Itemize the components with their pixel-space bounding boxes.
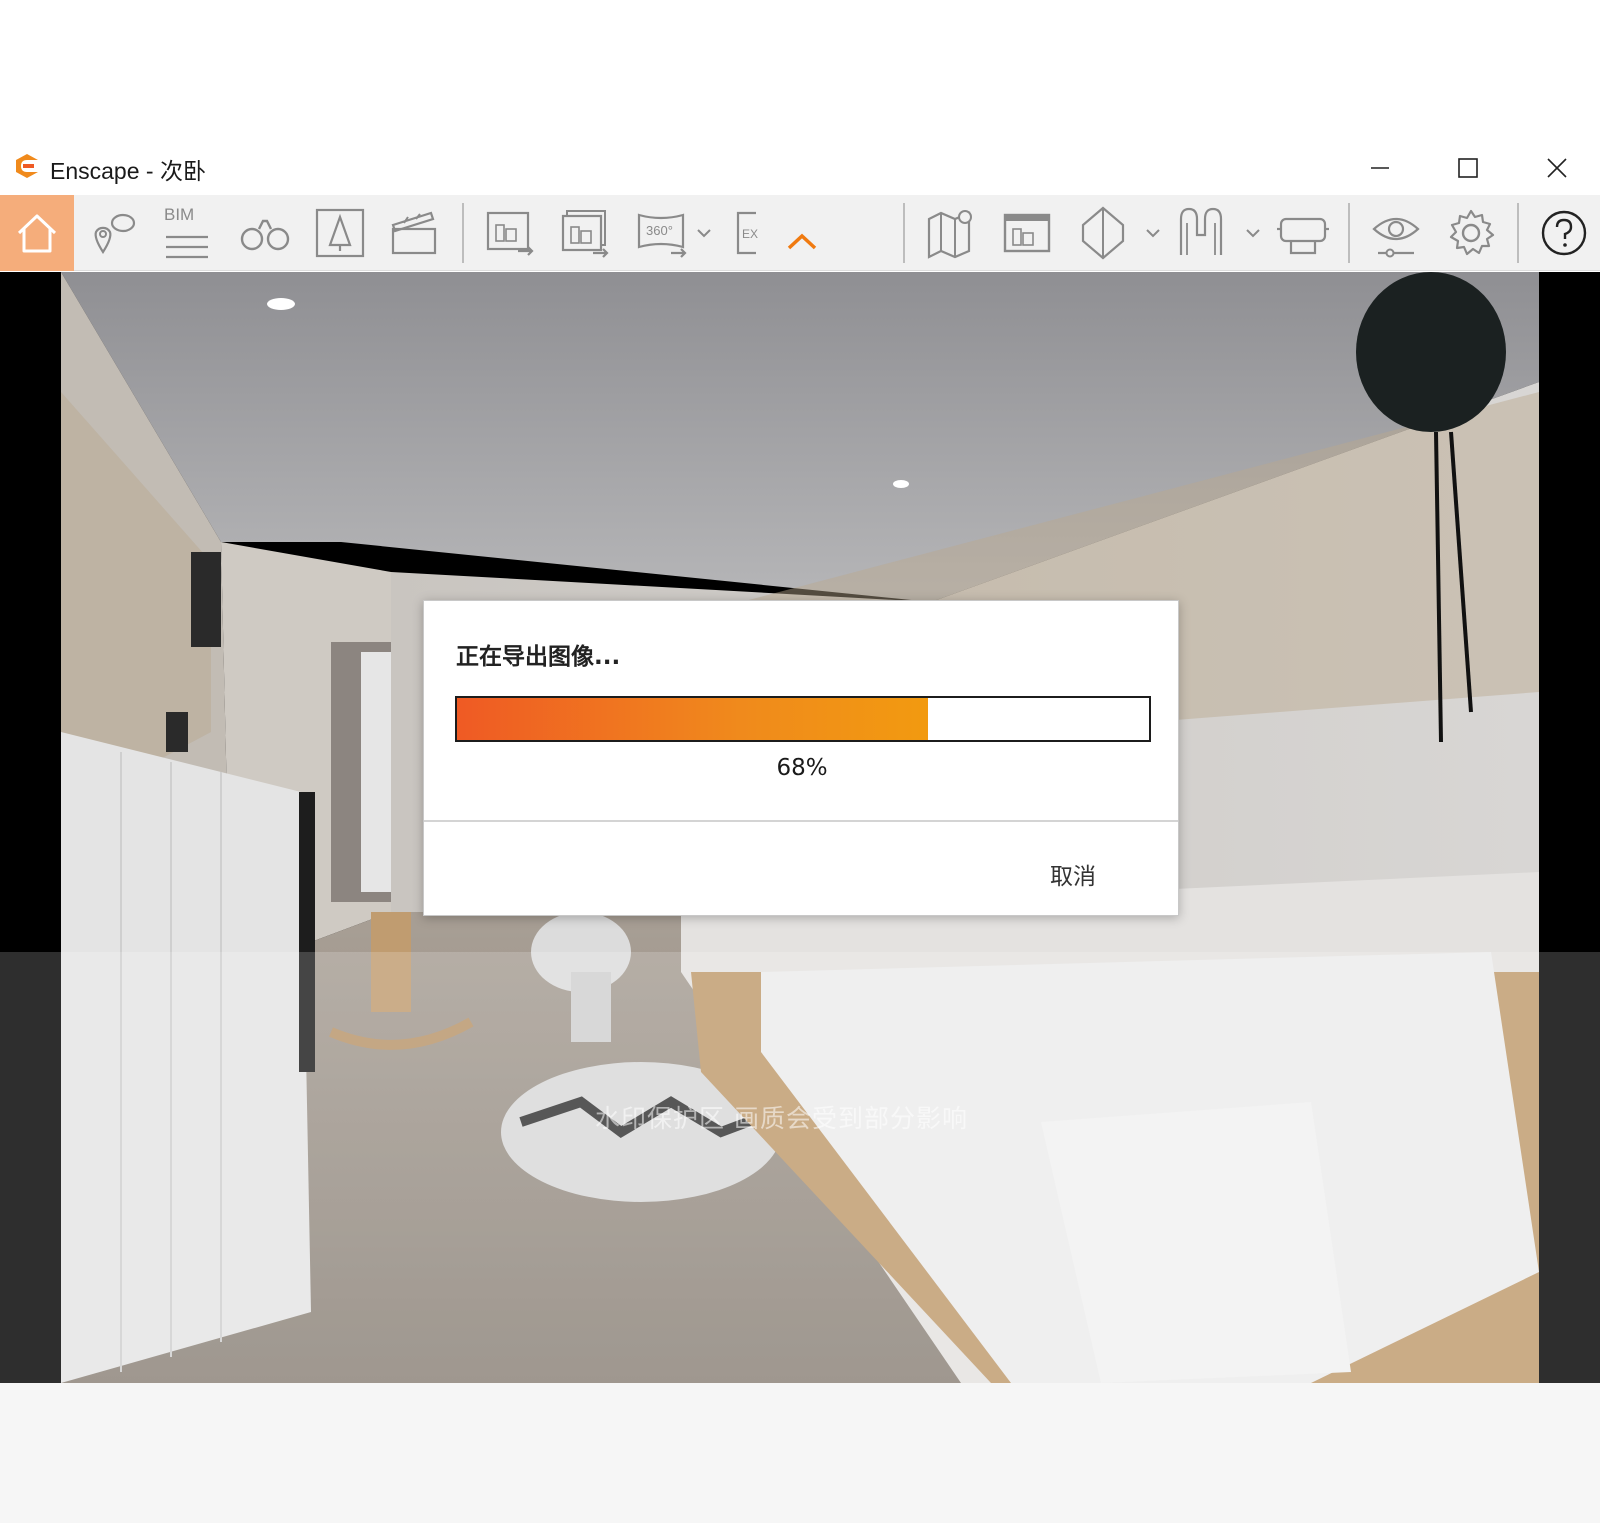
cube-view-dropdown[interactable] (1143, 195, 1163, 271)
help-button[interactable] (1534, 195, 1594, 271)
export-progress-dialog: 正在导出图像... 68% 取消 (423, 600, 1179, 916)
settings-icon (1449, 209, 1495, 256)
close-button[interactable] (1522, 143, 1592, 193)
bim-label: BIM (164, 205, 195, 224)
chevron-down-icon (1246, 229, 1260, 238)
page-bottom-area (0, 1383, 1600, 1523)
toolbar-separator (903, 203, 905, 263)
minimize-icon (1371, 167, 1389, 169)
chevron-down-icon (1146, 229, 1160, 238)
home-button[interactable] (0, 195, 74, 271)
maximize-button[interactable] (1433, 143, 1503, 193)
progress-percent-label: 68% (776, 755, 828, 781)
main-toolbar: BIM 360° EX (0, 195, 1600, 271)
svg-text:EX: EX (742, 227, 758, 241)
dialog-title: 正在导出图像... (456, 644, 621, 670)
material-editor-button[interactable] (1172, 195, 1230, 271)
bim-button[interactable]: BIM (158, 195, 216, 271)
views-button[interactable] (86, 195, 142, 271)
screenshot-export-icon (486, 211, 534, 256)
collapse-toolbar-button[interactable] (784, 195, 820, 271)
progress-bar (455, 696, 1151, 742)
binoculars-icon (240, 219, 290, 251)
material-editor-dropdown[interactable] (1243, 195, 1263, 271)
map-icon (927, 210, 972, 259)
asset-library-button[interactable] (311, 195, 369, 271)
window-title: Enscape - 次卧 (50, 158, 206, 184)
title-bar: Enscape - 次卧 (0, 143, 1600, 195)
page: Enscape - 次卧 BIM 360° EX 水印保护区 画质会受到部分影响… (0, 0, 1600, 1523)
export-icon: EX (736, 211, 758, 255)
chevron-down-icon (697, 229, 711, 238)
batch-render-button[interactable] (556, 195, 614, 271)
settings-button[interactable] (1441, 195, 1501, 271)
home-icon (17, 214, 57, 253)
toolbar-separator (462, 203, 464, 263)
vr-headset-icon (1277, 217, 1329, 255)
binoculars-button[interactable] (236, 195, 294, 271)
views-pins-icon (94, 213, 136, 255)
video-editor-button[interactable] (386, 195, 444, 271)
screenshot-export-button[interactable] (481, 195, 539, 271)
watermark-text: 水印保护区 画质会受到部分影响 (595, 1104, 968, 1133)
panorama-button[interactable]: 360° (633, 195, 691, 271)
toolbar-separator (1348, 203, 1350, 263)
video-editor-icon (391, 211, 437, 255)
maximize-icon (1458, 158, 1478, 178)
close-icon (1547, 158, 1567, 178)
vr-headset-button[interactable] (1273, 195, 1333, 271)
cube-view-icon (1081, 206, 1125, 260)
export-button[interactable]: EX (732, 195, 762, 271)
collapse-toolbar-icon (787, 233, 817, 250)
atlas-button[interactable] (998, 195, 1056, 271)
visual-settings-icon (1372, 217, 1420, 258)
progress-bar-fill (457, 698, 928, 740)
toolbar-separator (1517, 203, 1519, 263)
dialog-divider (424, 820, 1178, 822)
visual-settings-button[interactable] (1366, 195, 1426, 271)
enscape-window: Enscape - 次卧 BIM 360° EX 水印保护区 画质会受到部分影响… (0, 143, 1600, 1383)
asset-library-icon (315, 208, 365, 258)
minimize-button[interactable] (1345, 143, 1415, 193)
cancel-button[interactable]: 取消 (1050, 857, 1096, 891)
svg-text:360°: 360° (646, 223, 673, 238)
watermark-overlay (0, 952, 1600, 1383)
atlas-icon (1003, 213, 1051, 253)
material-editor-icon (1179, 207, 1223, 255)
cube-view-button[interactable] (1074, 195, 1132, 271)
panorama-dropdown[interactable] (694, 195, 714, 271)
batch-render-icon (561, 210, 609, 258)
map-button[interactable] (922, 195, 980, 271)
panorama-360-icon: 360° (637, 213, 687, 258)
help-icon (1541, 210, 1587, 256)
enscape-logo-icon (12, 151, 42, 181)
